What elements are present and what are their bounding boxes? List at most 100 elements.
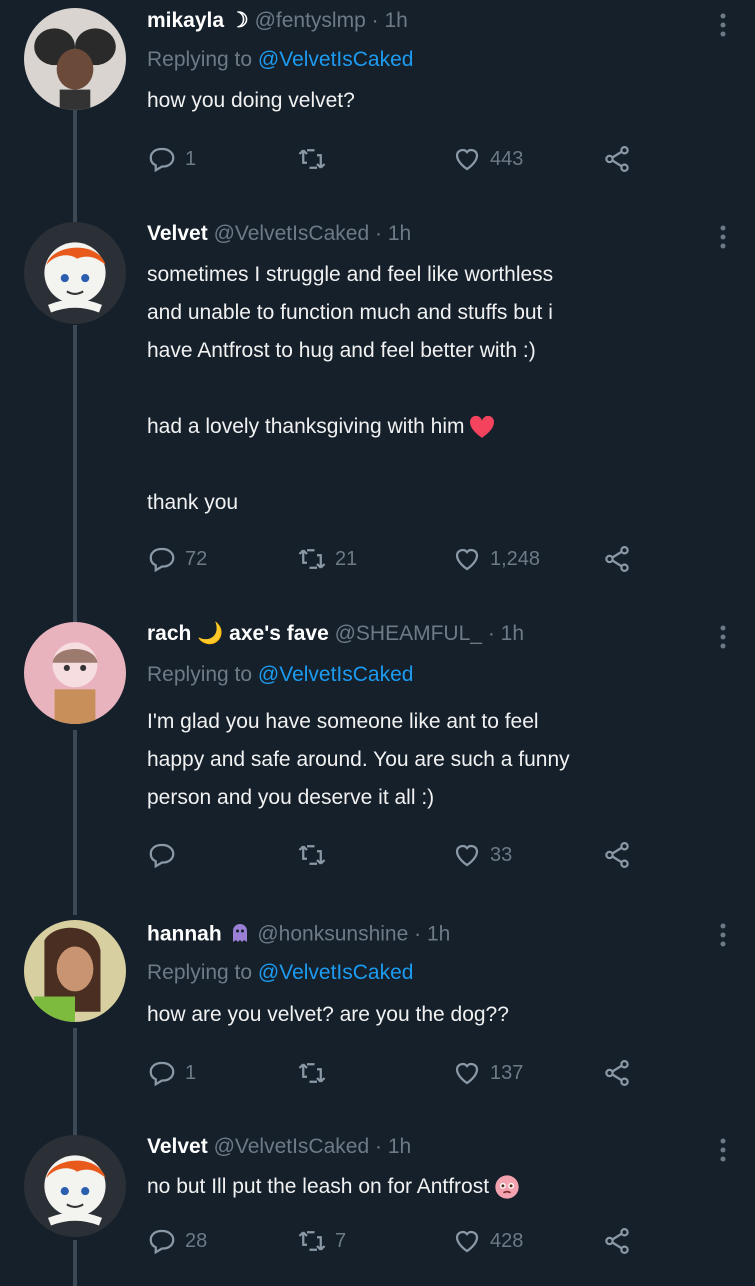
like-count: 33 xyxy=(490,843,513,866)
share-button[interactable] xyxy=(602,1226,640,1256)
like-count: 1,248 xyxy=(490,547,541,570)
like-button[interactable]: 1,248 xyxy=(452,544,540,574)
share-button[interactable] xyxy=(602,1058,640,1088)
tweet[interactable]: Velvet @VelvetIsCaked · 1h no but Ill pu… xyxy=(0,1110,755,1286)
timestamp[interactable]: 1h xyxy=(501,622,524,645)
tweet[interactable]: hannah @honksunshine · 1h Replying to @V… xyxy=(0,900,755,1110)
retweet-count: 7 xyxy=(335,1229,347,1252)
like-count: 137 xyxy=(490,1061,524,1084)
reply-count: 1 xyxy=(185,147,197,170)
retweet-icon xyxy=(298,1231,326,1251)
like-button[interactable]: 33 xyxy=(452,840,512,870)
tweet-actions: 1 443 xyxy=(147,144,647,174)
timestamp[interactable]: 1h xyxy=(427,923,450,946)
tweet-actions: 1 137 xyxy=(147,1058,647,1088)
reply-button[interactable]: 72 xyxy=(147,544,207,574)
separator: · xyxy=(414,922,422,946)
share-button[interactable] xyxy=(602,840,640,870)
display-name[interactable]: Velvet xyxy=(147,222,208,245)
like-button[interactable]: 443 xyxy=(452,144,523,174)
mention-link[interactable]: @VelvetIsCaked xyxy=(258,961,414,984)
avatar[interactable] xyxy=(24,622,126,724)
retweet-button[interactable]: 7 xyxy=(297,1226,346,1256)
tweet-actions: 72 21 1,248 xyxy=(147,544,647,574)
reply-button[interactable]: 1 xyxy=(147,1058,196,1088)
avatar[interactable] xyxy=(24,8,126,110)
tweet-text: how you doing velvet? xyxy=(147,89,355,112)
reply-count: 28 xyxy=(185,1229,208,1252)
tweet-actions: 28 7 428 xyxy=(147,1226,647,1256)
tweet[interactable]: Velvet @VelvetIsCaked · 1h sometimes I s… xyxy=(0,200,755,600)
tweet-text: I'm glad you have someone like ant to fe… xyxy=(147,710,570,809)
like-button[interactable]: 137 xyxy=(452,1058,523,1088)
handle[interactable]: @honksunshine xyxy=(257,923,408,946)
share-button[interactable] xyxy=(602,144,640,174)
share-icon xyxy=(605,1060,629,1086)
retweet-button[interactable] xyxy=(297,144,335,174)
like-button[interactable]: 428 xyxy=(452,1226,523,1256)
retweet-button[interactable] xyxy=(297,840,335,870)
more-icon[interactable] xyxy=(719,1137,727,1163)
tweet[interactable]: rach 🌙 axe's fave @SHEAMFUL_ · 1h Replyi… xyxy=(0,600,755,900)
share-icon xyxy=(605,546,629,572)
handle[interactable]: @VelvetIsCaked xyxy=(214,222,370,245)
retweet-icon xyxy=(298,1063,326,1083)
timestamp[interactable]: 1h xyxy=(388,1135,411,1158)
reply-button[interactable] xyxy=(147,840,185,870)
reply-icon xyxy=(149,1061,175,1087)
reply-button[interactable]: 28 xyxy=(147,1226,207,1256)
display-name[interactable]: Velvet xyxy=(147,1135,208,1158)
heart-icon xyxy=(455,1062,479,1085)
display-name[interactable]: rach 🌙 axe's fave xyxy=(147,622,329,645)
reply-icon xyxy=(149,843,175,869)
more-icon[interactable] xyxy=(719,224,727,250)
mention-link[interactable]: @VelvetIsCaked xyxy=(258,48,414,71)
display-name[interactable]: mikayla ☽ xyxy=(147,9,249,32)
ghost-emoji-icon xyxy=(228,920,252,950)
mention-link[interactable]: @VelvetIsCaked xyxy=(258,663,414,686)
display-name[interactable]: hannah xyxy=(147,923,222,946)
retweet-icon xyxy=(298,149,326,169)
share-icon xyxy=(605,146,629,172)
separator: · xyxy=(374,1135,382,1158)
heart-icon xyxy=(455,148,479,171)
more-icon[interactable] xyxy=(719,624,727,650)
red-heart-emoji-icon xyxy=(469,416,494,439)
tweet-text: no but Ill put the leash on for Antfrost xyxy=(147,1168,737,1206)
share-icon xyxy=(605,1228,629,1254)
separator: · xyxy=(487,622,495,645)
handle[interactable]: @VelvetIsCaked xyxy=(214,1135,370,1158)
avatar[interactable] xyxy=(24,920,126,1022)
more-icon[interactable] xyxy=(719,12,727,38)
timestamp[interactable]: 1h xyxy=(388,222,411,245)
like-count: 443 xyxy=(490,147,524,170)
like-count: 428 xyxy=(490,1229,524,1252)
reply-count: 72 xyxy=(185,547,208,570)
avatar[interactable] xyxy=(24,1135,126,1237)
share-icon xyxy=(605,842,629,868)
timestamp[interactable]: 1h xyxy=(384,9,407,32)
retweet-icon xyxy=(298,549,326,569)
tweet[interactable]: mikayla ☽ @fentyslmp · 1h Replying to @V… xyxy=(0,0,755,200)
replying-to: Replying to @VelvetIsCaked xyxy=(147,48,414,71)
more-icon[interactable] xyxy=(719,922,727,948)
heart-icon xyxy=(455,1230,479,1253)
avatar[interactable] xyxy=(24,222,126,324)
handle[interactable]: @fentyslmp xyxy=(255,9,366,32)
heart-icon xyxy=(455,844,479,867)
tweet-text: sometimes I struggle and feel like worth… xyxy=(147,263,554,514)
reply-icon xyxy=(149,1229,175,1255)
separator: · xyxy=(374,222,382,245)
share-button[interactable] xyxy=(602,544,640,574)
separator: · xyxy=(371,9,379,32)
heart-icon xyxy=(455,548,479,571)
handle[interactable]: @SHEAMFUL_ xyxy=(335,622,482,645)
tweet-actions: 33 xyxy=(147,840,647,870)
replying-to: Replying to @VelvetIsCaked xyxy=(147,961,414,984)
reply-count: 1 xyxy=(185,1061,197,1084)
pleading-face-emoji-icon xyxy=(495,1175,519,1200)
retweet-count: 21 xyxy=(335,547,358,570)
reply-button[interactable]: 1 xyxy=(147,144,196,174)
retweet-button[interactable] xyxy=(297,1058,335,1088)
retweet-button[interactable]: 21 xyxy=(297,544,357,574)
